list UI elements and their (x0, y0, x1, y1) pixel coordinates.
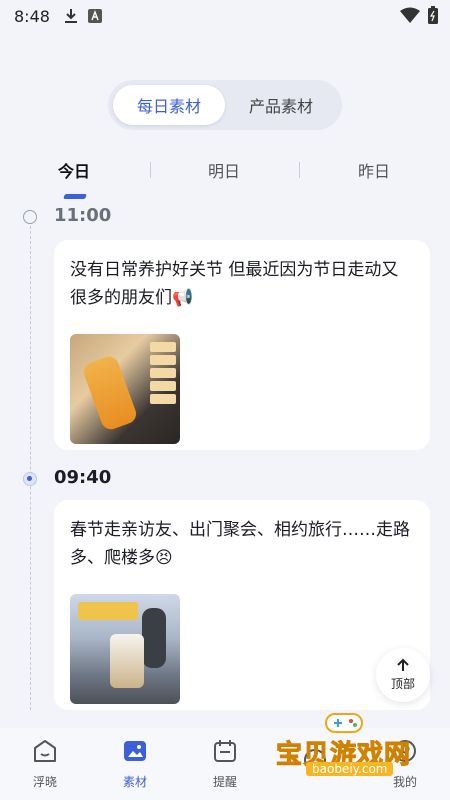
material-card[interactable]: 春节走亲访友、出门聚会、相约旅行……走路多、爬楼多😣 (54, 500, 430, 710)
profile-icon (392, 738, 418, 767)
battery-icon (428, 6, 438, 28)
back-to-top-label: 顶部 (390, 677, 415, 691)
material-text[interactable]: 没有日常养护好关节 但最近因为节日走动又很多的朋友们📢 (70, 256, 414, 312)
material-type-switch: 每日素材 产品素材 (108, 80, 342, 130)
timeline-dot (23, 210, 37, 224)
arrow-up-icon (396, 658, 410, 675)
image-icon (122, 738, 148, 767)
nav-label: 素材 (122, 775, 147, 789)
nav-label: 我的 (392, 775, 417, 789)
tab-divider (150, 162, 151, 178)
day-tabs: 今日 明日 昨日 (0, 150, 450, 199)
tab-today[interactable]: 今日 (58, 158, 90, 182)
active-tab-indicator (63, 194, 87, 199)
wifi-icon (400, 7, 420, 27)
nav-label: 提醒 (212, 775, 237, 789)
bottom-nav: 浮晓 素材 提醒 我的 (0, 728, 450, 800)
nav-label: 浮晓 (32, 775, 57, 789)
nav-item-home[interactable]: 浮晓 (15, 738, 75, 790)
tab-yesterday[interactable]: 昨日 (358, 158, 390, 182)
calendar-icon (212, 738, 238, 767)
back-to-top-button[interactable]: 顶部 (376, 648, 430, 702)
nav-item-mine[interactable]: 我的 (375, 738, 435, 790)
time-label: 09:40 (54, 467, 112, 488)
material-card[interactable]: 没有日常养护好关节 但最近因为节日走动又很多的朋友们📢 (54, 240, 430, 450)
material-image[interactable] (70, 334, 180, 444)
nav-item-4[interactable] (285, 747, 345, 782)
tab-tomorrow[interactable]: 明日 (208, 158, 240, 182)
material-image[interactable] (70, 594, 180, 704)
time-label: 11:00 (54, 205, 112, 226)
status-bar: 8:48 (0, 0, 450, 32)
product-material-tab[interactable]: 产品素材 (225, 85, 337, 125)
download-icon (64, 8, 78, 24)
daily-material-tab[interactable]: 每日素材 (113, 85, 225, 125)
status-time: 8:48 (14, 6, 50, 26)
timeline-dot-current (23, 472, 37, 486)
material-text[interactable]: 春节走亲访友、出门聚会、相约旅行……走路多、爬楼多😣 (70, 516, 414, 572)
nav-icon (302, 747, 328, 776)
tab-divider (299, 162, 300, 178)
nav-item-material[interactable]: 素材 (105, 738, 165, 790)
home-icon (32, 738, 58, 767)
timeline-line (30, 226, 31, 710)
nav-item-reminder[interactable]: 提醒 (195, 738, 255, 790)
app-notification-icon (87, 9, 102, 23)
